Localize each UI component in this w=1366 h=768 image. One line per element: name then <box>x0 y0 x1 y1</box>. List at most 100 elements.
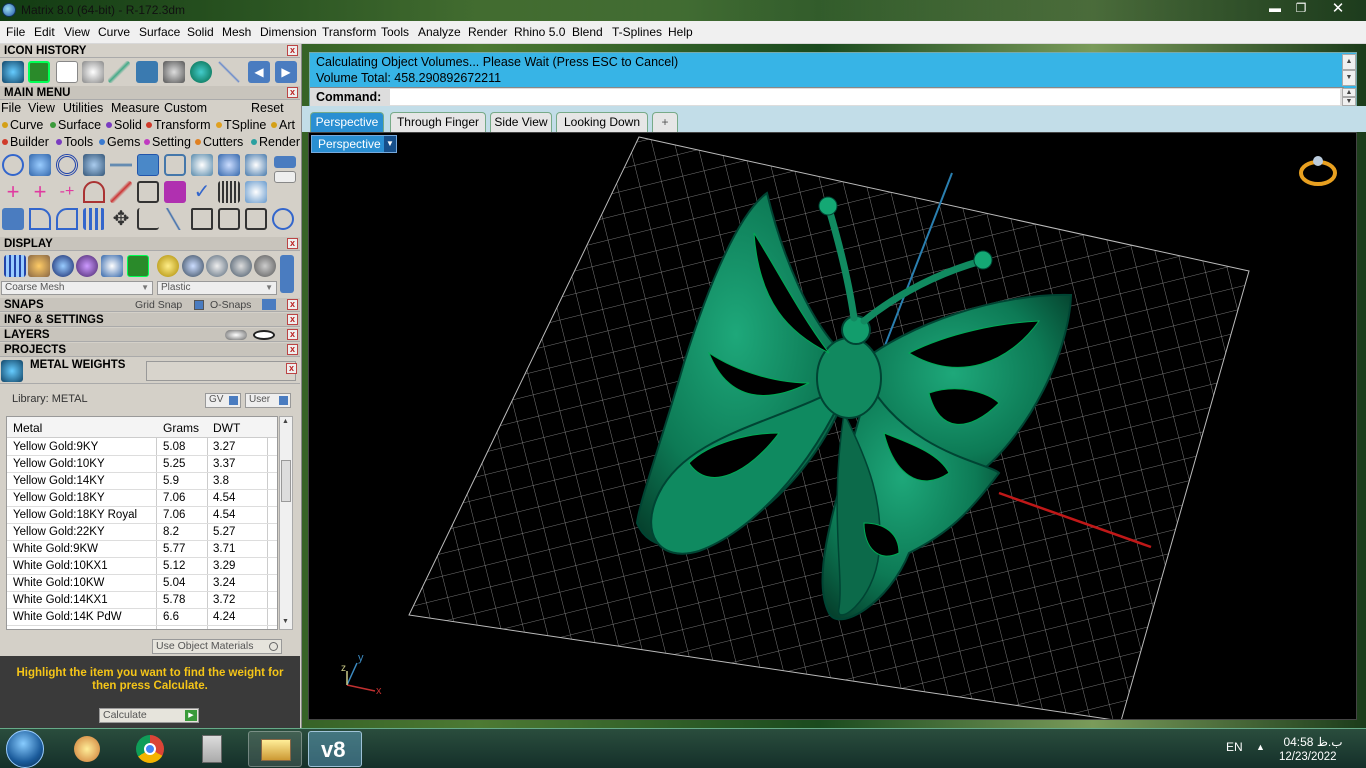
shank-icon[interactable] <box>191 154 213 176</box>
close-icon[interactable]: x <box>287 344 298 355</box>
metal-weight-tool-icon[interactable] <box>137 154 159 176</box>
layer-lock-icon[interactable] <box>225 330 247 340</box>
toggle-b-icon[interactable] <box>274 171 296 183</box>
explorer-taskbar-button[interactable] <box>248 731 302 767</box>
osnaps-toggle[interactable]: O-Snaps <box>210 299 251 311</box>
display-toggle-icon[interactable] <box>280 255 294 293</box>
cat-render[interactable]: Render <box>251 135 300 149</box>
flow-icon[interactable] <box>56 208 78 230</box>
ring-icon[interactable] <box>272 208 294 230</box>
close-icon[interactable]: x <box>287 87 298 98</box>
curve-icon[interactable] <box>108 61 130 83</box>
menu-edit[interactable]: Edit <box>34 25 55 39</box>
menu-tsplines[interactable]: T-Splines <box>612 25 662 39</box>
ring-tool-icon[interactable] <box>56 154 78 176</box>
history-scroll-down-icon[interactable]: ▼ <box>1342 70 1356 86</box>
mm-file[interactable]: File <box>1 101 21 115</box>
tray-expand-icon[interactable]: ▲ <box>1256 742 1265 752</box>
array-icon[interactable] <box>2 208 24 230</box>
close-button[interactable]: ✕ <box>1314 0 1362 18</box>
platinum-material-icon[interactable] <box>206 255 228 277</box>
osnap-checkbox[interactable] <box>194 300 204 310</box>
menu-dimension[interactable]: Dimension <box>260 25 317 39</box>
scroll-up-icon[interactable]: ▲ <box>282 418 289 425</box>
head-icon[interactable] <box>245 154 267 176</box>
arc-tool-icon[interactable] <box>83 181 105 203</box>
frame-tool-icon[interactable] <box>164 154 186 176</box>
viewport-perspective[interactable]: y x z Perspective ▼ <box>308 132 1357 720</box>
bars-icon[interactable] <box>83 208 105 230</box>
technical-icon[interactable] <box>127 255 149 277</box>
use-object-materials-toggle[interactable]: Use Object Materials <box>152 639 282 654</box>
scroll-thumb[interactable] <box>281 460 291 502</box>
command-scroll-up-icon[interactable]: ▲ <box>1342 88 1356 97</box>
projects-header[interactable]: PROJECTS x <box>0 343 300 357</box>
info-settings-header[interactable]: INFO & SETTINGS x <box>0 313 300 327</box>
gem-cluster-icon[interactable] <box>29 154 51 176</box>
close-icon[interactable]: x <box>286 363 297 374</box>
mm-measure[interactable]: Measure <box>111 101 160 115</box>
cat-transform[interactable]: Transform <box>146 118 211 132</box>
sweep-icon[interactable] <box>164 208 186 230</box>
menu-view[interactable]: View <box>64 25 90 39</box>
mm-reset[interactable]: Reset <box>251 101 284 115</box>
ring-view-icon[interactable] <box>1299 156 1337 186</box>
circle-tool-icon[interactable] <box>2 154 24 176</box>
tab-through-finger[interactable]: Through Finger <box>390 112 486 132</box>
menu-file[interactable]: File <box>6 25 25 39</box>
corner-icon[interactable] <box>137 208 159 230</box>
check-icon[interactable]: ✓ <box>191 181 213 203</box>
mm-view[interactable]: View <box>28 101 55 115</box>
menu-tools[interactable]: Tools <box>381 25 409 39</box>
toggle-a-icon[interactable] <box>274 156 296 168</box>
tab-perspective[interactable]: Perspective <box>310 112 384 132</box>
history-scroll-up-icon[interactable]: ▲ <box>1342 54 1356 70</box>
split-icon[interactable] <box>191 208 213 230</box>
material-select[interactable]: Plastic ▼ <box>157 281 277 295</box>
cat-gems[interactable]: Gems <box>99 135 140 149</box>
col-metal[interactable]: Metal <box>13 421 42 435</box>
tab-side-view[interactable]: Side View <box>490 112 552 132</box>
start-button[interactable] <box>6 730 44 768</box>
menu-help[interactable]: Help <box>668 25 693 39</box>
sphere-tool-icon[interactable] <box>245 181 267 203</box>
table-row[interactable]: Yellow Gold:14KY 5.9 3.8 <box>7 473 277 490</box>
close-icon[interactable]: x <box>287 45 298 56</box>
col-grams[interactable]: Grams <box>163 421 199 435</box>
language-indicator[interactable]: EN <box>1226 740 1243 754</box>
pattern-icon[interactable] <box>164 181 186 203</box>
clock-date[interactable]: 12/23/2022 <box>1279 751 1337 763</box>
mirror-icon[interactable] <box>218 208 240 230</box>
plus-tool-icon[interactable]: + <box>2 181 24 203</box>
user-toggle[interactable]: User <box>245 393 291 408</box>
close-icon[interactable]: x <box>287 329 298 340</box>
chrome-taskbar-button[interactable] <box>123 731 177 767</box>
col-dwt[interactable]: DWT <box>213 421 240 435</box>
menu-rhino[interactable]: Rhino 5.0 <box>514 25 565 39</box>
main-menu-header[interactable]: MAIN MENU x <box>0 86 300 100</box>
snap-options-icon[interactable] <box>262 299 276 310</box>
pave-icon[interactable] <box>218 181 240 203</box>
add-point-icon[interactable]: + <box>29 181 51 203</box>
table-row[interactable]: White Gold:10KX1 5.12 3.29 <box>7 558 277 575</box>
menu-analyze[interactable]: Analyze <box>418 25 461 39</box>
ghosted-icon[interactable] <box>76 255 98 277</box>
settings-icon[interactable] <box>163 61 185 83</box>
grid-icon[interactable] <box>28 61 50 83</box>
add-tab-button[interactable]: + <box>652 112 678 132</box>
cat-builder[interactable]: Builder <box>2 135 49 149</box>
close-icon[interactable]: x <box>287 299 298 310</box>
table-row[interactable]: Yellow Gold:18KY 7.06 4.54 <box>7 490 277 507</box>
globe-icon[interactable] <box>190 61 212 83</box>
menu-render[interactable]: Render <box>468 25 507 39</box>
menu-curve[interactable]: Curve <box>98 25 130 39</box>
back-arrow-icon[interactable]: ◀ <box>248 61 270 83</box>
table-row[interactable]: White Gold:9KW 5.77 3.71 <box>7 541 277 558</box>
mesh-icon[interactable] <box>136 61 158 83</box>
prong-icon[interactable] <box>110 154 132 176</box>
matrix-taskbar-button[interactable]: v8 <box>308 731 362 767</box>
new-file-icon[interactable] <box>56 61 78 83</box>
menu-mesh[interactable]: Mesh <box>222 25 251 39</box>
gold-material-icon[interactable] <box>157 255 179 277</box>
table-row[interactable]: Yellow Gold:9KY 5.08 3.27 <box>7 439 277 456</box>
